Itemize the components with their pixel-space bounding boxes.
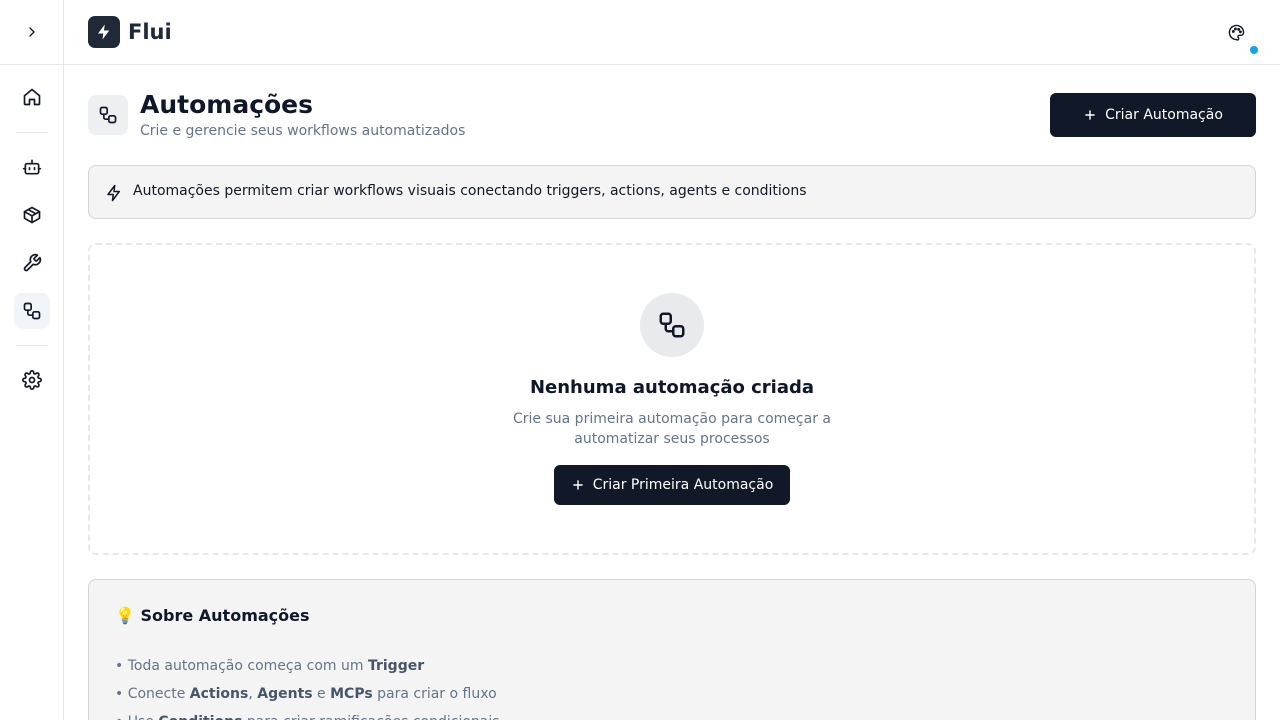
sidebar-divider <box>16 345 48 346</box>
sidebar-item-agents[interactable] <box>14 149 50 185</box>
about-list-item: • Toda automação começa com um Trigger <box>115 658 425 674</box>
create-first-automation-button[interactable]: Criar Primeira Automação <box>554 465 790 505</box>
about-title: 💡 Sobre Automações <box>115 606 310 626</box>
lightning-icon <box>107 184 120 202</box>
about-term: Trigger <box>367 658 425 674</box>
plus-icon <box>1085 110 1095 120</box>
sidebar-item-automations[interactable] <box>14 293 50 329</box>
palette-icon <box>1228 24 1244 41</box>
sidebar-header-divider <box>0 64 64 65</box>
about-text: Use <box>128 714 159 720</box>
package-icon <box>23 206 41 224</box>
lightning-icon <box>98 24 110 40</box>
sidebar-toggle-button[interactable] <box>14 14 50 50</box>
about-text: Toda automação começa com um <box>127 658 368 674</box>
about-text: , <box>248 686 258 702</box>
workflow-icon <box>23 302 41 320</box>
bot-icon <box>22 159 42 175</box>
create-automation-button[interactable]: Criar Automação <box>1050 93 1256 137</box>
page-icon <box>88 95 128 135</box>
about-term: Agents <box>257 686 313 702</box>
about-list-item: • Use Conditions para criar ramificações… <box>115 708 500 720</box>
workflow-icon <box>99 106 117 124</box>
home-icon <box>23 88 41 106</box>
gear-icon <box>22 370 42 390</box>
notification-dot <box>1250 46 1258 54</box>
about-term: Actions <box>189 686 249 702</box>
sidebar-item-home[interactable] <box>14 79 50 115</box>
create-first-automation-label: Criar Primeira Automação <box>592 477 774 493</box>
sidebar-item-settings[interactable] <box>14 362 50 398</box>
empty-state-title: Nenhuma automação criada <box>529 377 815 398</box>
about-text: Conecte <box>127 686 190 702</box>
about-text: e <box>312 686 331 702</box>
sidebar-item-packages[interactable] <box>14 197 50 233</box>
about-term: MCPs <box>330 686 373 702</box>
app-name[interactable]: Flui <box>128 18 172 46</box>
page-title: Automações <box>140 90 314 119</box>
about-title-text: Sobre Automações <box>140 606 310 625</box>
about-list-item: • Conecte Actions, Agents e MCPs para cr… <box>115 686 497 702</box>
sidebar-divider <box>16 132 48 133</box>
about-list: • Toda automação começa com um Trigger • … <box>115 652 500 720</box>
empty-state-description: Crie sua primeira automação para começar… <box>513 411 831 447</box>
lightbulb-icon: 💡 <box>115 606 135 625</box>
app-logo[interactable] <box>88 16 120 48</box>
top-header: Flui <box>64 0 1280 65</box>
sidebar <box>0 0 64 720</box>
theme-button[interactable] <box>1222 18 1250 46</box>
about-term: Conditions <box>158 714 242 720</box>
info-banner-text: Automações permitem criar workflows visu… <box>133 183 807 199</box>
sidebar-item-tools[interactable] <box>14 245 50 281</box>
about-text: para criar ramificações condicionais <box>242 714 500 720</box>
empty-state-card: Nenhuma automação criada Crie sua primei… <box>88 243 1256 555</box>
info-banner: Automações permitem criar workflows visu… <box>88 165 1256 219</box>
about-automations-card: 💡 Sobre Automações • Toda automação come… <box>88 579 1256 720</box>
empty-state-icon <box>640 293 704 357</box>
chevron-right-icon <box>29 27 35 37</box>
page-subtitle: Crie e gerencie seus workflows automatiz… <box>140 123 466 139</box>
plus-icon <box>572 480 583 490</box>
create-automation-label: Criar Automação <box>1105 107 1223 123</box>
about-text: para criar o fluxo <box>372 686 497 702</box>
workflow-icon <box>659 312 685 338</box>
wrench-icon <box>23 253 42 272</box>
